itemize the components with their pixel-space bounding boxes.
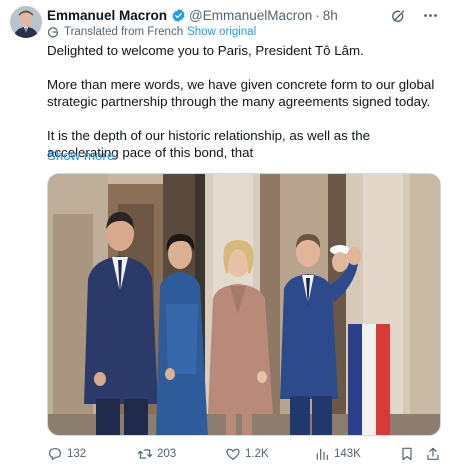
- views-count: 143K: [334, 448, 361, 460]
- grok-icon[interactable]: [388, 5, 408, 25]
- repost-count: 203: [157, 448, 177, 460]
- reply-icon: [49, 448, 61, 460]
- show-more-link[interactable]: Show more: [47, 148, 114, 163]
- tweet-paragraph: Delighted to welcome you to Paris, Presi…: [47, 43, 364, 58]
- tweet-photo[interactable]: [47, 173, 441, 436]
- like-button[interactable]: 1.2K: [225, 446, 269, 462]
- photo-illustration: [48, 174, 440, 435]
- like-count: 1.2K: [245, 448, 269, 460]
- translate-icon: [47, 27, 59, 38]
- author-handle[interactable]: @EmmanuelMacron: [189, 8, 312, 23]
- tweet-header: Emmanuel Macron @EmmanuelMacron · 8h: [47, 6, 440, 24]
- more-icon[interactable]: [420, 5, 440, 25]
- reply-button[interactable]: 132: [47, 446, 86, 462]
- like-icon: [226, 448, 240, 460]
- reply-count: 132: [67, 448, 87, 460]
- views-button[interactable]: 143K: [314, 446, 361, 462]
- show-original-link[interactable]: Show original: [187, 26, 256, 38]
- author-name[interactable]: Emmanuel Macron: [47, 8, 167, 23]
- share-icon: [427, 447, 439, 460]
- avatar[interactable]: [10, 6, 42, 38]
- action-bar: 132 203 1.2K 143K: [47, 444, 442, 464]
- repost-button[interactable]: 203: [137, 446, 176, 462]
- verified-badge-icon: [172, 8, 185, 22]
- avatar-portrait: [10, 6, 42, 38]
- header-actions: [388, 5, 440, 25]
- timestamp[interactable]: 8h: [323, 8, 338, 23]
- repost-icon: [137, 449, 153, 459]
- share-button[interactable]: [425, 446, 441, 462]
- bookmark-icon: [402, 447, 412, 461]
- tweet-paragraph: More than mere words, we have given conc…: [47, 77, 435, 109]
- translation-label: Translated from French: [64, 26, 184, 38]
- translation-notice: Translated from French Show original: [47, 26, 256, 38]
- separator-dot: ·: [315, 7, 320, 23]
- views-icon: [316, 448, 328, 460]
- tweet-text: Delighted to welcome you to Paris, Presi…: [47, 42, 442, 161]
- bookmark-button[interactable]: [399, 446, 415, 462]
